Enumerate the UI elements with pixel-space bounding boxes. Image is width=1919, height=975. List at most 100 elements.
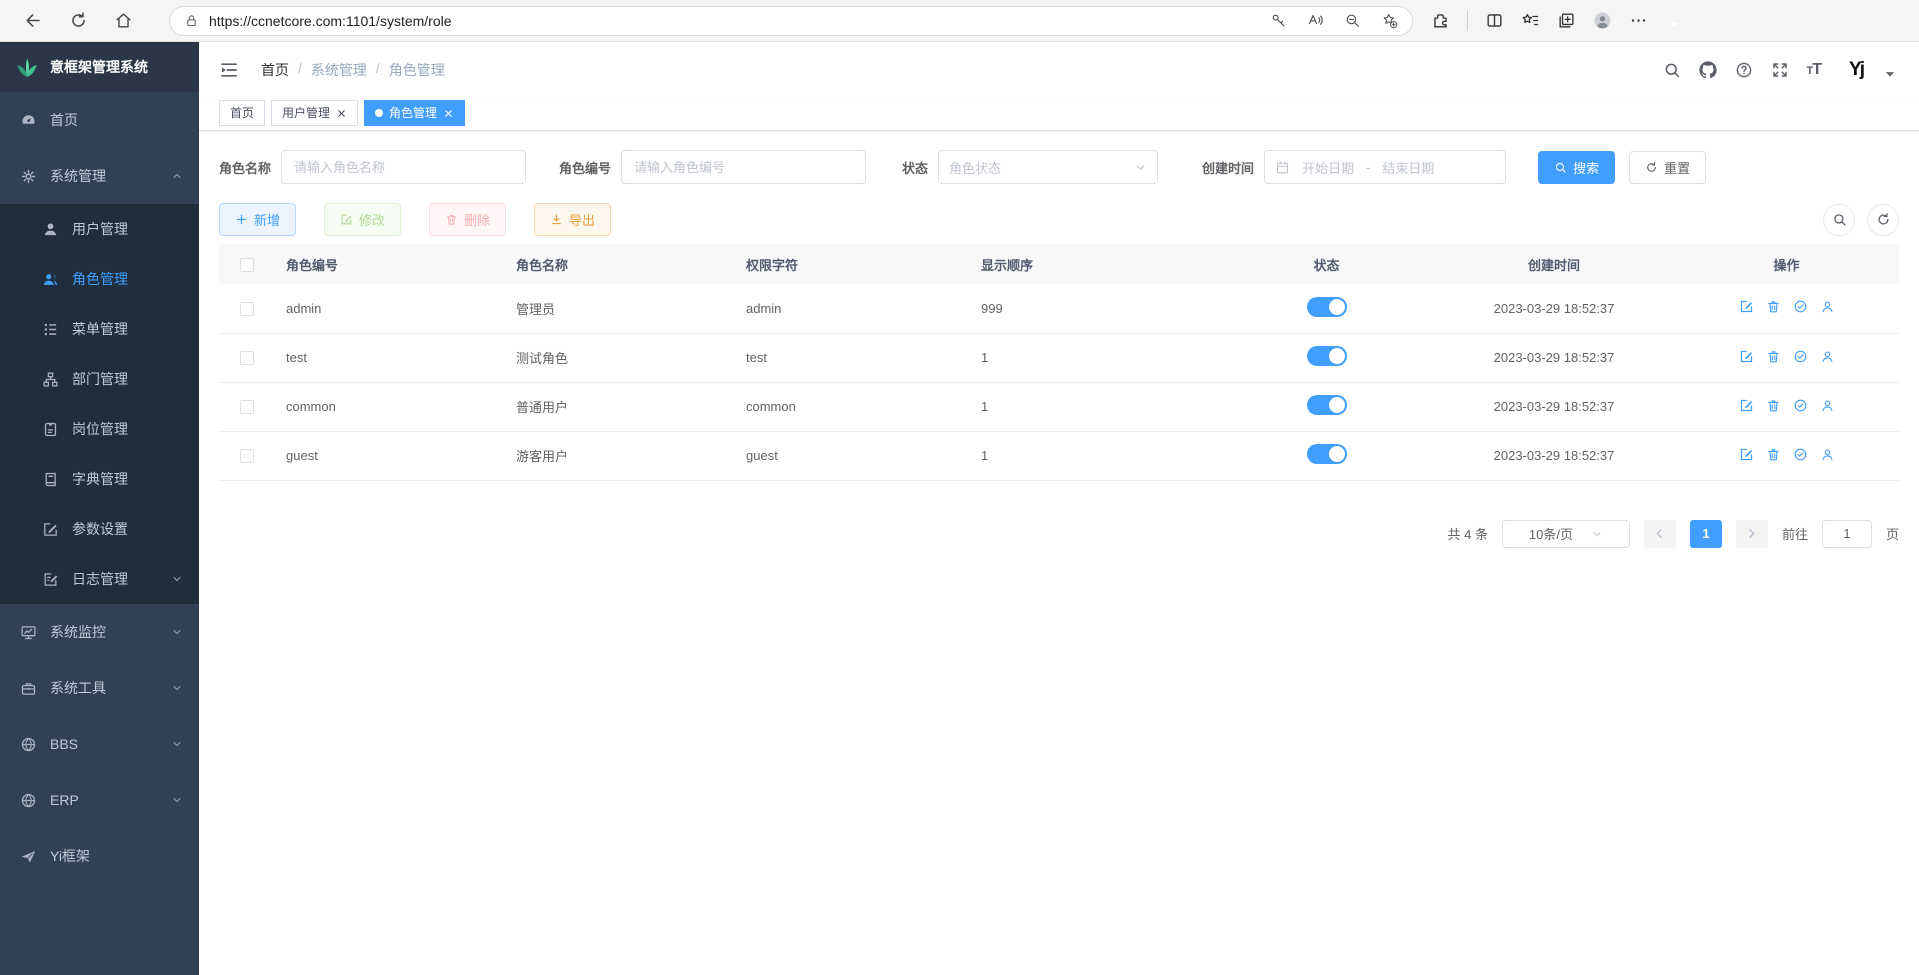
url-text[interactable]: https://ccnetcore.com:1101/system/role bbox=[209, 13, 1270, 29]
edit-icon[interactable] bbox=[1739, 299, 1754, 314]
tab-user-mgmt[interactable]: 用户管理 bbox=[271, 100, 358, 126]
perm-cell: guest bbox=[734, 431, 969, 480]
export-button[interactable]: 导出 bbox=[534, 203, 611, 236]
refresh-table-button[interactable] bbox=[1867, 204, 1899, 236]
tab-close-icon[interactable] bbox=[336, 108, 347, 119]
select-all-checkbox[interactable] bbox=[240, 258, 254, 272]
home-icon[interactable] bbox=[114, 11, 133, 30]
zoom-out-icon[interactable] bbox=[1344, 12, 1361, 29]
favorites-icon[interactable] bbox=[1521, 11, 1540, 30]
next-page-button[interactable] bbox=[1736, 520, 1768, 548]
github-icon[interactable] bbox=[1699, 61, 1717, 79]
check-circle-icon[interactable] bbox=[1793, 349, 1808, 364]
sidebar-item-erp[interactable]: ERP bbox=[0, 772, 199, 828]
sidebar-item-bbs[interactable]: BBS bbox=[0, 716, 199, 772]
delete-button[interactable]: 删除 bbox=[429, 203, 506, 236]
more-icon[interactable] bbox=[1629, 11, 1648, 30]
modify-button[interactable]: 修改 bbox=[324, 203, 401, 236]
status-toggle[interactable] bbox=[1307, 395, 1347, 415]
assign-user-icon[interactable] bbox=[1820, 299, 1835, 314]
order-cell: 1 bbox=[969, 431, 1219, 480]
favorite-add-icon[interactable] bbox=[1381, 12, 1398, 29]
chevron-down-icon bbox=[171, 682, 183, 694]
help-icon[interactable] bbox=[1735, 61, 1753, 79]
goto-page-input[interactable] bbox=[1822, 520, 1872, 548]
caret-down-icon[interactable] bbox=[1881, 65, 1899, 83]
prev-page-button[interactable] bbox=[1644, 520, 1676, 548]
back-icon[interactable] bbox=[24, 11, 43, 30]
fullscreen-icon[interactable] bbox=[1771, 61, 1789, 79]
breadcrumb-home[interactable]: 首页 bbox=[261, 60, 289, 80]
chevron-right-icon bbox=[1745, 527, 1758, 540]
sidebar-item-system-monitor[interactable]: 系统监控 bbox=[0, 604, 199, 660]
check-circle-icon[interactable] bbox=[1793, 398, 1808, 413]
sidebar-item-user-mgmt[interactable]: 用户管理 bbox=[0, 204, 199, 254]
user-logo[interactable]: Yj bbox=[1849, 59, 1863, 81]
sidebar-item-home[interactable]: 首页 bbox=[0, 92, 199, 148]
sidebar-item-log-mgmt[interactable]: 日志管理 bbox=[0, 554, 199, 604]
sidebar-collapse-icon[interactable] bbox=[219, 60, 239, 80]
reset-button[interactable]: 重置 bbox=[1629, 151, 1706, 184]
delete-icon[interactable] bbox=[1766, 299, 1781, 314]
page-number-1[interactable]: 1 bbox=[1690, 520, 1722, 548]
delete-icon[interactable] bbox=[1766, 398, 1781, 413]
delete-icon[interactable] bbox=[1766, 447, 1781, 462]
show-search-button[interactable] bbox=[1823, 204, 1855, 236]
breadcrumb-role-mgmt: 角色管理 bbox=[389, 60, 445, 80]
delete-icon[interactable] bbox=[1766, 349, 1781, 364]
tab-close-icon[interactable] bbox=[443, 108, 454, 119]
sidebar-item-dept-mgmt[interactable]: 部门管理 bbox=[0, 354, 199, 404]
assign-user-icon[interactable] bbox=[1820, 398, 1835, 413]
role-code-cell: common bbox=[274, 382, 504, 431]
assign-user-icon[interactable] bbox=[1820, 447, 1835, 462]
row-checkbox[interactable] bbox=[240, 400, 254, 414]
sidebar-item-param-settings[interactable]: 参数设置 bbox=[0, 504, 199, 554]
check-circle-icon[interactable] bbox=[1793, 447, 1808, 462]
status-toggle[interactable] bbox=[1307, 444, 1347, 464]
role-name-input[interactable] bbox=[281, 150, 526, 184]
edit-icon[interactable] bbox=[1739, 398, 1754, 413]
breadcrumb-system-mgmt[interactable]: 系统管理 bbox=[311, 60, 367, 80]
search-button[interactable]: 搜索 bbox=[1538, 151, 1615, 184]
split-screen-icon[interactable] bbox=[1485, 11, 1504, 30]
edit-icon[interactable] bbox=[1739, 447, 1754, 462]
sidebar-item-system-tools[interactable]: 系统工具 bbox=[0, 660, 199, 716]
add-button[interactable]: 新增 bbox=[219, 203, 296, 236]
role-code-input[interactable] bbox=[621, 150, 866, 184]
page-size-select[interactable]: 10条/页 bbox=[1502, 520, 1630, 548]
status-toggle[interactable] bbox=[1307, 346, 1347, 366]
edit-icon[interactable] bbox=[1739, 349, 1754, 364]
refresh-icon[interactable] bbox=[69, 11, 88, 30]
paper-plane-icon bbox=[20, 848, 37, 865]
status-toggle[interactable] bbox=[1307, 297, 1347, 317]
lock-icon[interactable] bbox=[184, 13, 199, 28]
collections-icon[interactable] bbox=[1557, 11, 1576, 30]
tab-home[interactable]: 首页 bbox=[219, 100, 265, 126]
sidebar-item-role-mgmt[interactable]: 角色管理 bbox=[0, 254, 199, 304]
row-checkbox[interactable] bbox=[240, 351, 254, 365]
sidebar-item-post-mgmt[interactable]: 岗位管理 bbox=[0, 404, 199, 454]
row-checkbox[interactable] bbox=[240, 449, 254, 463]
search-form: 角色名称 角色编号 状态 角色状态 创建时间 开始日期 - 结束日期 bbox=[219, 150, 1899, 184]
profile-avatar[interactable] bbox=[1593, 11, 1612, 30]
globe-icon bbox=[20, 792, 37, 809]
date-range-picker[interactable]: 开始日期 - 结束日期 bbox=[1264, 150, 1506, 184]
sidebar-item-system-mgmt[interactable]: 系统管理 bbox=[0, 148, 199, 204]
font-size-icon[interactable]: TT bbox=[1807, 61, 1822, 79]
status-select[interactable]: 角色状态 bbox=[938, 150, 1158, 184]
key-icon[interactable] bbox=[1270, 12, 1287, 29]
assign-user-icon[interactable] bbox=[1820, 349, 1835, 364]
address-bar[interactable]: https://ccnetcore.com:1101/system/role bbox=[169, 6, 1413, 36]
sidebar-item-menu-mgmt[interactable]: 菜单管理 bbox=[0, 304, 199, 354]
top-navbar: 首页 / 系统管理 / 角色管理 TT Yj bbox=[199, 42, 1919, 98]
tab-role-mgmt[interactable]: 角色管理 bbox=[364, 100, 465, 126]
row-checkbox[interactable] bbox=[240, 302, 254, 316]
search-icon[interactable] bbox=[1663, 61, 1681, 79]
bing-icon[interactable] bbox=[1665, 11, 1684, 30]
check-circle-icon[interactable] bbox=[1793, 299, 1808, 314]
sidebar-item-yi-framework[interactable]: Yi框架 bbox=[0, 828, 199, 884]
sidebar-item-dict-mgmt[interactable]: 字典管理 bbox=[0, 454, 199, 504]
active-tab-dot bbox=[375, 109, 383, 117]
read-aloud-icon[interactable] bbox=[1307, 12, 1324, 29]
extensions-icon[interactable] bbox=[1431, 11, 1450, 30]
